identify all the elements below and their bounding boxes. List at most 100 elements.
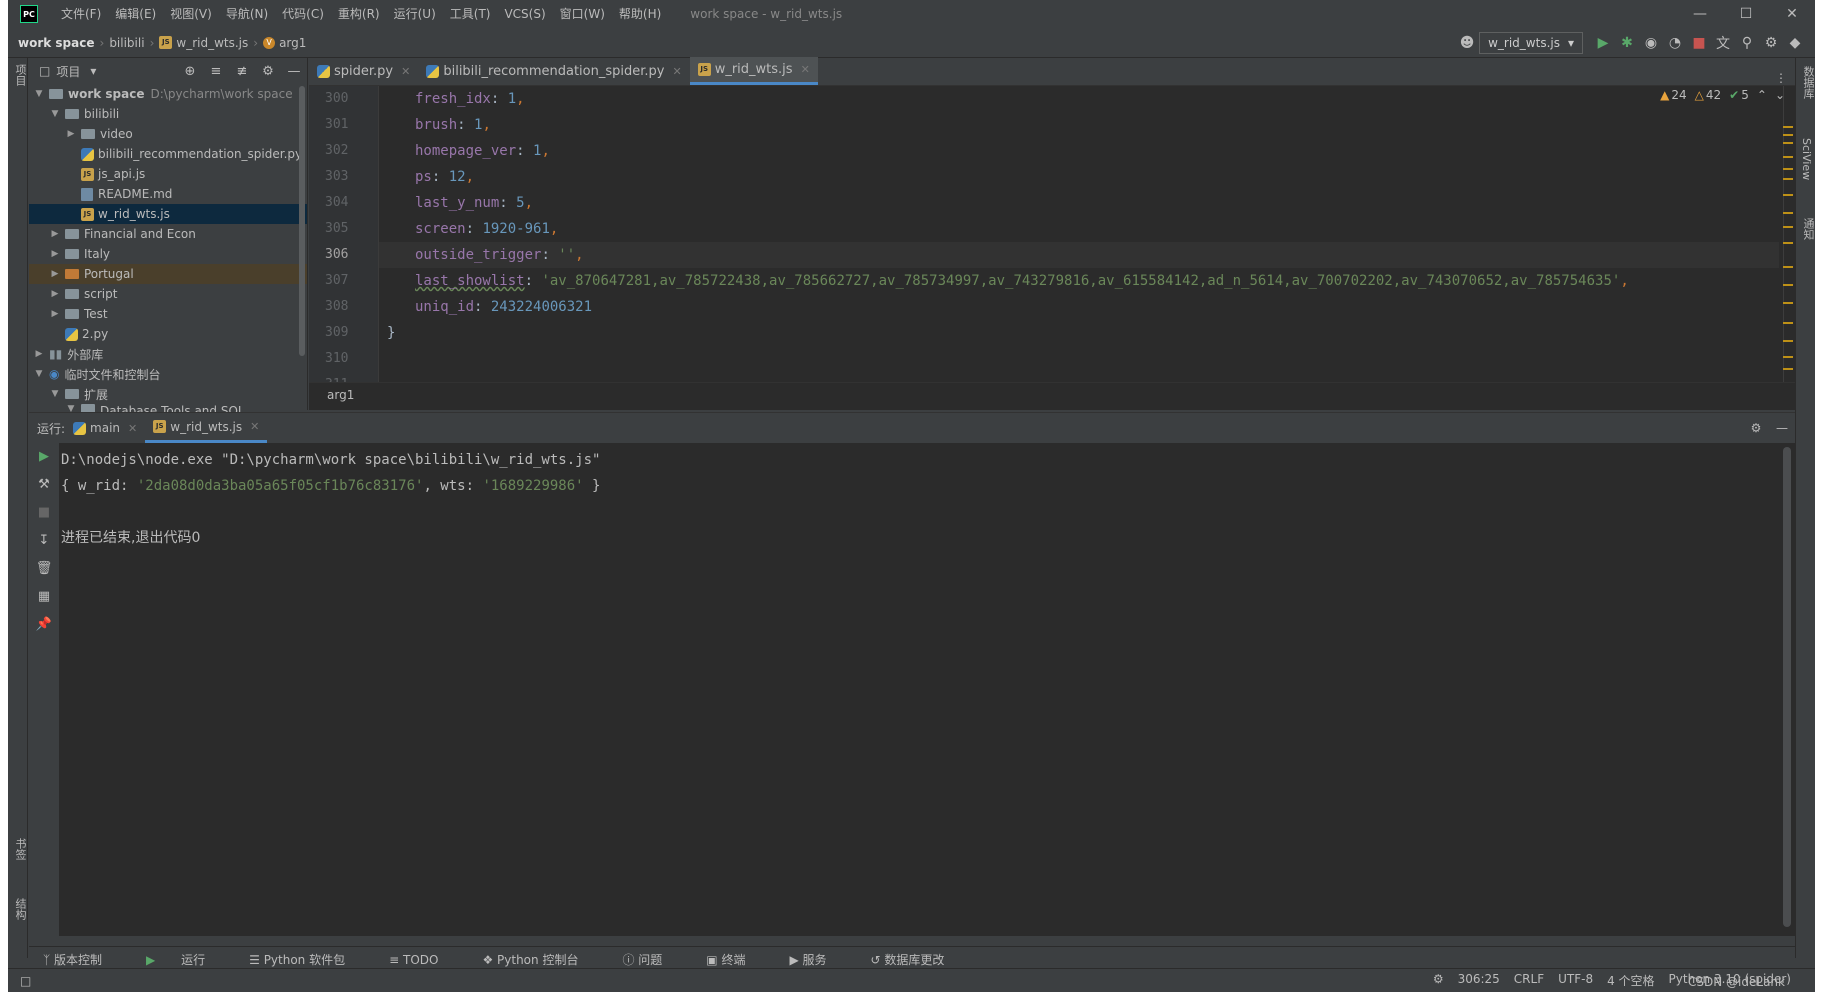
tab-spider-py[interactable]: spider.py ✕ bbox=[309, 57, 418, 85]
close-icon[interactable]: ✕ bbox=[801, 63, 810, 76]
menu-file[interactable]: 文件(F) bbox=[54, 0, 108, 28]
sciview-tool-button[interactable]: SciView bbox=[1800, 138, 1813, 180]
minimize-icon[interactable]: — bbox=[1677, 0, 1723, 28]
tree-node-bilibili[interactable]: ▼ bilibili bbox=[29, 104, 307, 124]
coverage-icon[interactable]: ◉ bbox=[1639, 35, 1663, 51]
tool-python-console[interactable]: ❖ Python 控制台 bbox=[482, 951, 600, 968]
tree-node-js-api[interactable]: JS js_api.js bbox=[29, 164, 307, 184]
trash-icon[interactable]: 🗑 bbox=[29, 555, 59, 583]
code-area[interactable]: 300 301 302 303 304 305 306 307 308 309 … bbox=[309, 86, 1795, 392]
bookmarks-tool-button[interactable]: 书签 bbox=[12, 838, 28, 860]
tool-todo[interactable]: ≡ TODO bbox=[389, 953, 460, 967]
close-icon[interactable]: ✕ bbox=[128, 422, 137, 435]
menu-refactor[interactable]: 重构(R) bbox=[331, 0, 387, 28]
tool-python-packages[interactable]: ☰ Python 软件包 bbox=[249, 951, 367, 968]
menu-view[interactable]: 视图(V) bbox=[163, 0, 219, 28]
rerun-icon[interactable]: ▶ bbox=[29, 443, 59, 471]
chevron-up-icon[interactable]: ⌃ bbox=[1757, 88, 1767, 102]
menu-run[interactable]: 运行(U) bbox=[387, 0, 443, 28]
plugin-icon[interactable]: ◆ bbox=[1783, 35, 1807, 51]
menu-window[interactable]: 窗口(W) bbox=[553, 0, 612, 28]
hide-icon[interactable]: — bbox=[1769, 421, 1795, 435]
chevron-down-icon[interactable]: ▼ bbox=[49, 389, 61, 399]
caret-position[interactable]: 306:25 bbox=[1458, 972, 1500, 989]
stop-icon[interactable]: ■ bbox=[29, 499, 59, 527]
debug-icon[interactable]: ✱ bbox=[1615, 35, 1639, 51]
toggle-panels-icon[interactable]: □ bbox=[20, 974, 31, 988]
gear-icon[interactable]: ⚙ bbox=[1743, 421, 1769, 435]
tree-node-external-libs[interactable]: ▶ ▮▮ 外部库 bbox=[29, 344, 307, 364]
chevron-right-icon[interactable]: ▶ bbox=[49, 309, 61, 319]
tool-problems[interactable]: ⓘ 问题 bbox=[622, 951, 684, 968]
tool-db-changes[interactable]: ↺ 数据库更改 bbox=[871, 951, 967, 968]
chevron-right-icon[interactable]: ▶ bbox=[33, 349, 45, 359]
gear-icon[interactable]: ⚙ bbox=[1759, 35, 1783, 51]
database-tool-button[interactable]: 数据库 bbox=[1800, 66, 1815, 99]
editor-breadcrumb-item[interactable]: arg1 bbox=[327, 388, 354, 402]
tree-node-w-rid-wts[interactable]: JS w_rid_wts.js bbox=[29, 204, 307, 224]
file-encoding[interactable]: UTF-8 bbox=[1558, 972, 1593, 989]
run-tab-main[interactable]: main ✕ bbox=[65, 413, 145, 443]
tree-node-financial[interactable]: ▶ Financial and Econ bbox=[29, 224, 307, 244]
chevron-right-icon[interactable]: ▶ bbox=[65, 129, 77, 139]
notifications-tool-button[interactable]: 通知 bbox=[1800, 218, 1815, 240]
tree-node-extensions[interactable]: ▼ 扩展 bbox=[29, 384, 307, 404]
menu-vcs[interactable]: VCS(S) bbox=[497, 0, 552, 28]
tool-version-control[interactable]: ᛉ 版本控制 bbox=[43, 951, 124, 968]
close-icon[interactable]: ✕ bbox=[401, 65, 410, 78]
tree-node-test[interactable]: ▶ Test bbox=[29, 304, 307, 324]
translate-icon[interactable]: 文 bbox=[1711, 33, 1735, 53]
tree-node-scratches[interactable]: ▼ ◉ 临时文件和控制台 bbox=[29, 364, 307, 384]
tree-node-script[interactable]: ▶ script bbox=[29, 284, 307, 304]
hide-icon[interactable]: — bbox=[281, 64, 307, 79]
memory-icon[interactable]: ⚙ bbox=[1433, 972, 1444, 989]
menu-tools[interactable]: 工具(T) bbox=[443, 0, 498, 28]
tree-node-2-py[interactable]: 2.py bbox=[29, 324, 307, 344]
tool-services[interactable]: ▶ 服务 bbox=[789, 951, 848, 968]
breadcrumb-symbol[interactable]: arg1 bbox=[279, 36, 306, 50]
chevron-down-icon[interactable]: ▼ bbox=[33, 369, 45, 379]
project-scrollbar[interactable] bbox=[299, 86, 305, 356]
more-tabs-icon[interactable]: ⋮ bbox=[1775, 71, 1795, 85]
menu-code[interactable]: 代码(C) bbox=[275, 0, 331, 28]
line-separator[interactable]: CRLF bbox=[1514, 972, 1544, 989]
project-tool-button[interactable]: 项目 bbox=[12, 64, 28, 86]
user-icon[interactable]: ☻ bbox=[1455, 35, 1479, 51]
menu-navigate[interactable]: 导航(N) bbox=[219, 0, 275, 28]
chevron-down-icon[interactable]: ▾ bbox=[90, 64, 96, 78]
tab-recommendation-spider[interactable]: bilibili_recommendation_spider.py ✕ bbox=[418, 57, 689, 85]
indent-setting[interactable]: 4 个空格 bbox=[1607, 972, 1654, 989]
stop-icon[interactable]: ■ bbox=[1687, 35, 1711, 51]
locate-icon[interactable]: ⊕ bbox=[177, 64, 203, 79]
error-stripe[interactable] bbox=[1783, 116, 1795, 376]
project-view-select[interactable]: 项目 bbox=[56, 63, 80, 80]
breadcrumb-folder[interactable]: bilibili bbox=[109, 36, 144, 50]
tool-terminal[interactable]: ▣ 终端 bbox=[706, 951, 767, 968]
layout-icon[interactable]: ▦ bbox=[29, 583, 59, 611]
menu-help[interactable]: 帮助(H) bbox=[612, 0, 668, 28]
chevron-down-icon[interactable]: ⌄ bbox=[1775, 88, 1785, 102]
tab-w-rid-wts[interactable]: JS w_rid_wts.js ✕ bbox=[689, 57, 818, 85]
run-config-select[interactable]: w_rid_wts.js ▾ bbox=[1479, 32, 1583, 54]
chevron-right-icon[interactable]: ▶ bbox=[49, 269, 61, 279]
search-icon[interactable]: ⚲ bbox=[1735, 35, 1759, 51]
tree-node-readme[interactable]: README.md bbox=[29, 184, 307, 204]
expand-all-icon[interactable]: ≡ bbox=[203, 64, 229, 79]
chevron-right-icon[interactable]: ▶ bbox=[49, 229, 61, 239]
gear-icon[interactable]: ⚙ bbox=[255, 64, 281, 79]
close-icon[interactable]: ✕ bbox=[1769, 0, 1815, 28]
scroll-to-end-icon[interactable]: ↧ bbox=[29, 527, 59, 555]
breadcrumb-root[interactable]: work space bbox=[18, 36, 95, 50]
profile-icon[interactable]: ◔ bbox=[1663, 35, 1687, 51]
tree-node-spider-py[interactable]: bilibili_recommendation_spider.py bbox=[29, 144, 307, 164]
collapse-all-icon[interactable]: ≢ bbox=[229, 64, 255, 79]
tree-node-portugal[interactable]: ▶ Portugal bbox=[29, 264, 307, 284]
console-output[interactable]: D:\nodejs\node.exe "D:\pycharm\work spac… bbox=[61, 443, 1779, 551]
wrench-icon[interactable]: ⚒ bbox=[29, 471, 59, 499]
close-icon[interactable]: ✕ bbox=[250, 420, 259, 433]
structure-tool-button[interactable]: 结构 bbox=[12, 898, 28, 920]
run-icon[interactable]: ▶ bbox=[1591, 35, 1615, 51]
menu-edit[interactable]: 编辑(E) bbox=[108, 0, 163, 28]
pin-icon[interactable]: 📌 bbox=[29, 611, 59, 639]
breadcrumb-file[interactable]: w_rid_wts.js bbox=[176, 36, 248, 50]
